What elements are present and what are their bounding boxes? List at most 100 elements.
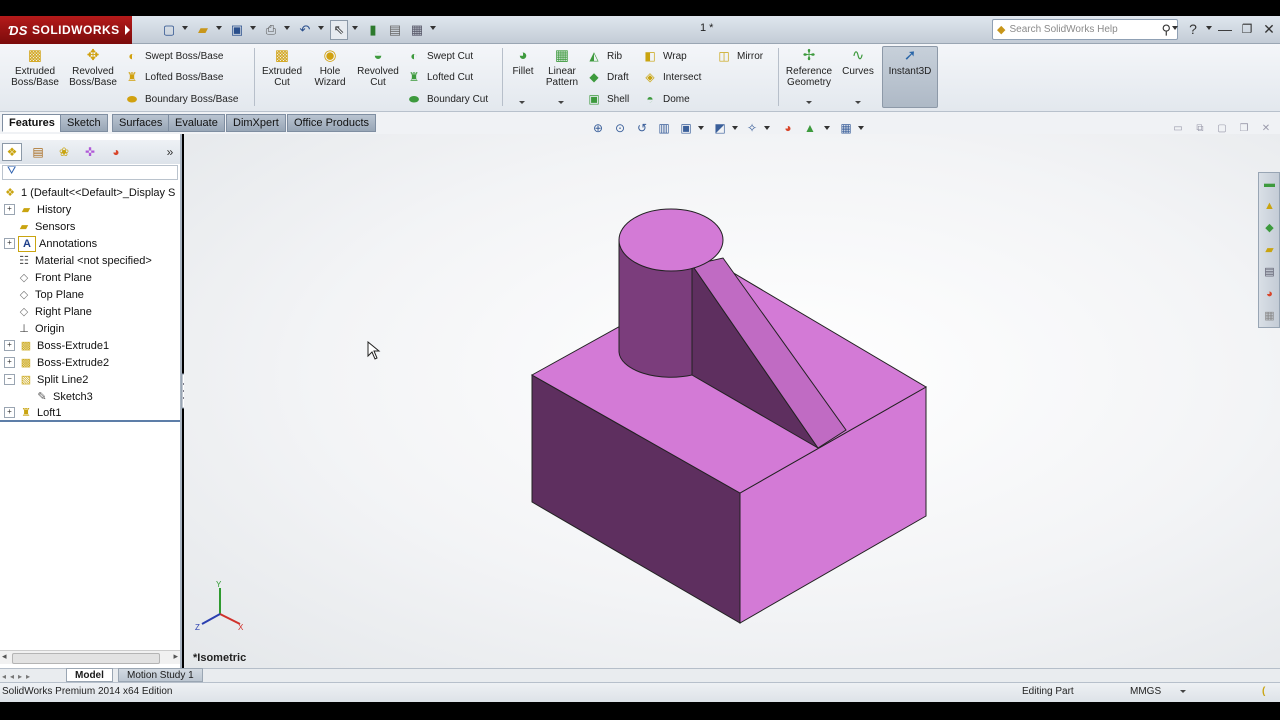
units-dropdown-icon[interactable] — [1180, 690, 1186, 693]
viewport-minimize-icon[interactable]: ▭ — [1170, 122, 1186, 134]
mirror-button[interactable]: ◫ Mirror — [716, 46, 763, 66]
zoom-to-fit-icon[interactable]: ⊕ — [590, 120, 606, 136]
open-folder-icon[interactable]: ▰ — [194, 20, 212, 40]
scroll-right-icon[interactable]: ▸ — [173, 651, 178, 662]
hide-show-items-icon[interactable]: ✧ — [744, 120, 760, 136]
search-icon[interactable]: ⚲ — [1161, 22, 1171, 38]
revolved-boss-button[interactable]: ✥ Revolved Boss/Base — [64, 46, 122, 89]
options-dropdown-icon[interactable] — [430, 26, 436, 30]
pattern-dropdown-icon[interactable] — [558, 101, 564, 104]
expand-panel-icon[interactable]: » — [160, 143, 180, 161]
collapse-icon[interactable]: − — [4, 374, 15, 385]
tree-item-boss-extrude1[interactable]: + ▩ Boss-Extrude1 — [0, 337, 109, 354]
viewport-maximize-icon[interactable]: ❐ — [1236, 122, 1252, 134]
tab-motion-study[interactable]: Motion Study 1 — [118, 668, 203, 682]
tree-item-split-line2[interactable]: − ▧ Split Line2 — [0, 371, 88, 388]
print-dropdown-icon[interactable] — [284, 26, 290, 30]
open-dropdown-icon[interactable] — [216, 26, 222, 30]
tree-item-top-plane[interactable]: ◇ Top Plane — [0, 286, 84, 303]
linear-pattern-button[interactable]: ▦ Linear Pattern — [540, 46, 584, 89]
display-style-icon[interactable]: ◩ — [712, 120, 728, 136]
shell-button[interactable]: ▣ Shell — [586, 89, 629, 109]
save-icon[interactable]: ▣ — [228, 20, 246, 40]
units-selector[interactable]: MMGS — [1130, 686, 1161, 697]
help-dropdown-icon[interactable] — [1206, 26, 1212, 30]
viewport-close-icon[interactable]: ✕ — [1258, 122, 1274, 134]
dimxpert-manager-tab-icon[interactable]: ✜ — [80, 143, 100, 161]
lofted-cut-button[interactable]: ♜ Lofted Cut — [406, 67, 474, 87]
tab-model[interactable]: Model — [66, 668, 113, 682]
view-orientation-icon[interactable]: ▣ — [678, 120, 694, 136]
feature-tree-scrollbar[interactable]: ◂ ▸ — [0, 650, 180, 664]
tab-features[interactable]: Features — [2, 114, 62, 132]
minimize-icon[interactable]: — — [1214, 18, 1236, 40]
edit-appearance-icon[interactable]: ◕ — [780, 120, 796, 136]
apply-scene-icon[interactable]: ▲ — [802, 120, 818, 136]
hole-wizard-button[interactable]: ◉ Hole Wizard — [306, 46, 354, 89]
quick-tips-icon[interactable]: ( — [1262, 686, 1265, 697]
reference-geometry-dropdown-icon[interactable] — [806, 101, 812, 104]
rollback-bar[interactable] — [0, 420, 180, 422]
tree-item-right-plane[interactable]: ◇ Right Plane — [0, 303, 92, 320]
cylinder-top-face[interactable] — [618, 208, 724, 272]
tree-item-annotations[interactable]: + A Annotations — [0, 235, 97, 252]
close-icon[interactable]: ✕ — [1258, 18, 1280, 40]
boundary-cut-button[interactable]: ⬬ Boundary Cut — [406, 89, 488, 109]
scrollbar-thumb[interactable] — [12, 653, 160, 664]
tab-sketch[interactable]: Sketch — [60, 114, 108, 132]
tree-root[interactable]: ❖ 1 (Default<<Default>_Display S — [0, 184, 175, 201]
hide-show-dropdown-icon[interactable] — [764, 126, 770, 130]
new-document-icon[interactable]: ▢ — [160, 20, 178, 40]
custom-properties-icon[interactable]: ▦ — [1261, 307, 1278, 324]
viewport-restore-icon[interactable]: ▢ — [1214, 122, 1230, 134]
help-icon[interactable]: ? — [1182, 18, 1204, 40]
tree-item-sensors[interactable]: ▰ Sensors — [0, 218, 76, 235]
feature-tree-tab-icon[interactable]: ❖ — [2, 143, 22, 161]
viewport-tile-icon[interactable]: ⧉ — [1192, 122, 1208, 134]
undo-icon[interactable]: ↶ — [296, 20, 314, 40]
appearances-scenes-icon[interactable]: ▤ — [1261, 263, 1278, 280]
tree-item-front-plane[interactable]: ◇ Front Plane — [0, 269, 92, 286]
tab-evaluate[interactable]: Evaluate — [168, 114, 225, 132]
design-library-icon[interactable]: ▲ — [1261, 197, 1278, 214]
expand-icon[interactable]: + — [4, 238, 15, 249]
solidworks-resources-icon[interactable]: ▬ — [1261, 175, 1278, 192]
solidworks-logo[interactable]: ƊS SOLIDWORKS — [0, 16, 132, 44]
feature-filter-input[interactable]: ⛛ — [2, 165, 178, 180]
tab-office-products[interactable]: Office Products — [287, 114, 376, 132]
swept-boss-button[interactable]: ◐ Swept Boss/Base — [124, 46, 223, 66]
draft-button[interactable]: ◆ Draft — [586, 67, 628, 87]
tree-item-sketch3[interactable]: ✎ Sketch3 — [18, 388, 92, 405]
expand-icon[interactable]: + — [4, 357, 15, 368]
file-properties-icon[interactable]: ▤ — [386, 20, 404, 40]
view-settings-dropdown-icon[interactable] — [858, 126, 864, 130]
curves-button[interactable]: ∿ Curves — [838, 46, 878, 78]
part-model[interactable] — [520, 200, 940, 630]
select-dropdown-icon[interactable] — [352, 26, 358, 30]
rebuild-icon[interactable]: ▮ — [364, 20, 382, 40]
tree-item-loft1[interactable]: + ♜ Loft1 — [0, 404, 61, 421]
wrap-button[interactable]: ◧ Wrap — [642, 46, 686, 66]
boundary-boss-button[interactable]: ⬬ Boundary Boss/Base — [124, 89, 239, 109]
view-palette-icon[interactable]: ▰ — [1261, 241, 1278, 258]
options-icon[interactable]: ▦ — [408, 20, 426, 40]
print-icon[interactable]: ⎙ — [262, 20, 280, 40]
curves-dropdown-icon[interactable] — [855, 101, 861, 104]
intersect-button[interactable]: ◈ Intersect — [642, 67, 701, 87]
display-style-dropdown-icon[interactable] — [732, 126, 738, 130]
tree-item-history[interactable]: + ▰ History — [0, 201, 71, 218]
property-manager-tab-icon[interactable]: ▤ — [28, 143, 48, 161]
display-manager-tab-icon[interactable]: ◕ — [106, 143, 126, 161]
scene-dropdown-icon[interactable] — [824, 126, 830, 130]
expand-icon[interactable]: + — [4, 340, 15, 351]
tab-scroll-arrows[interactable]: ◂◂▸▸ — [2, 670, 62, 681]
select-cursor-icon[interactable]: ⇖ — [330, 20, 348, 40]
tab-surfaces[interactable]: Surfaces — [112, 114, 170, 132]
dome-button[interactable]: ◓ Dome — [642, 89, 689, 109]
restore-icon[interactable]: ❐ — [1236, 18, 1258, 40]
scroll-left-icon[interactable]: ◂ — [2, 651, 7, 662]
fillet-button[interactable]: ◕ Fillet — [506, 46, 540, 78]
tree-item-boss-extrude2[interactable]: + ▩ Boss-Extrude2 — [0, 354, 109, 371]
help-search-input[interactable]: ◆ Search SolidWorks Help ⚲ — [992, 19, 1178, 40]
save-dropdown-icon[interactable] — [250, 26, 256, 30]
